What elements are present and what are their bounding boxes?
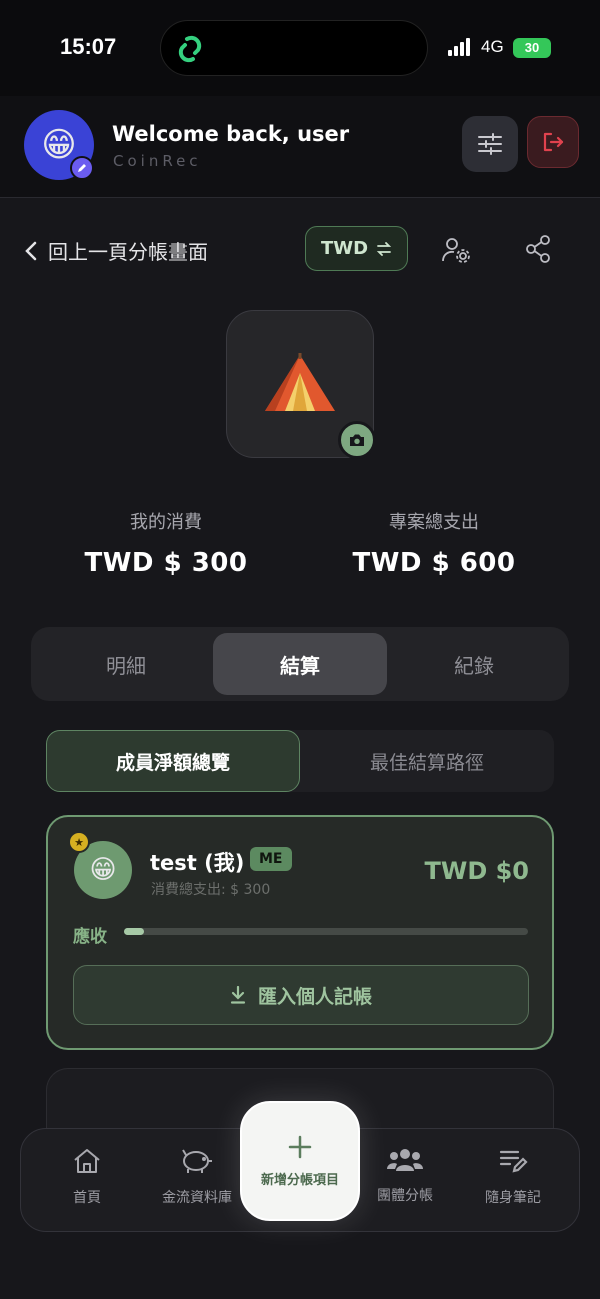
battery-level: 30: [524, 40, 540, 55]
project-total-value: TWD $ 600: [352, 548, 516, 578]
owner-star-icon: ★: [68, 831, 90, 853]
group-icon: [387, 1149, 423, 1171]
home-icon: [74, 1149, 100, 1173]
dynamic-island: [160, 20, 428, 76]
share-icon: [526, 235, 550, 263]
tab-best-settlement-path[interactable]: 最佳結算路徑: [300, 730, 554, 792]
member-net-amount: TWD $0: [424, 857, 529, 885]
nav-notes-label: 隨身筆記: [485, 1190, 541, 1206]
member-settings-button[interactable]: [436, 230, 476, 270]
tab-details[interactable]: 明細: [39, 633, 213, 695]
camera-icon: [350, 434, 364, 446]
tent-icon: [265, 353, 335, 411]
chevron-left-icon: [25, 241, 37, 260]
nav-group-label: 團體分帳: [377, 1188, 433, 1204]
nav-home-label: 首頁: [73, 1190, 101, 1206]
tab-member-net-overview[interactable]: 成員淨額總覽: [46, 730, 300, 792]
settings-sliders-button[interactable]: [462, 116, 518, 172]
member-card[interactable]: 😁 ★ test (我) ME 消費總支出: $ 300 TWD $0 應收 匯…: [46, 815, 554, 1050]
avatar-emoji: 😁: [41, 125, 77, 165]
logout-button[interactable]: [527, 116, 579, 168]
add-split-item-button[interactable]: 新增分帳項目: [240, 1101, 360, 1221]
back-button[interactable]: 回上一頁分帳畫面: [24, 236, 208, 265]
me-badge: ME: [250, 847, 292, 871]
member-name: test (我): [150, 851, 245, 875]
signal-icon: [448, 38, 474, 56]
plus-icon: [288, 1135, 312, 1158]
battery-indicator: 30: [513, 38, 551, 58]
edit-avatar-icon[interactable]: [70, 156, 94, 180]
notes-edit-icon: [499, 1150, 528, 1173]
back-label: 回上一頁分帳畫面: [48, 240, 208, 264]
nav-cashflow-library[interactable]: 金流資料庫: [147, 1147, 247, 1207]
main-tabs: 明細 結算 紀錄: [31, 627, 569, 701]
import-label: 匯入個人記帳: [257, 985, 372, 1008]
share-button[interactable]: [518, 229, 558, 269]
network-type: 4G: [481, 37, 504, 56]
swap-icon: [376, 241, 392, 256]
receivable-progress-fill: [124, 928, 145, 935]
piggy-bank-icon: [182, 1149, 212, 1173]
logout-icon: [543, 132, 564, 152]
tab-records[interactable]: 紀錄: [387, 633, 561, 695]
currency-switch-button[interactable]: TWD: [305, 226, 408, 271]
nav-notes[interactable]: 隨身筆記: [463, 1147, 563, 1207]
nav-library-label: 金流資料庫: [162, 1190, 232, 1206]
nav-home[interactable]: 首頁: [37, 1147, 137, 1207]
user-gear-icon: [442, 238, 470, 263]
receivable-label: 應收: [73, 927, 107, 947]
project-total-label: 專案總支出: [389, 512, 479, 533]
my-expense-label: 我的消費: [130, 512, 202, 533]
add-split-item-label: 新增分帳項目: [260, 1172, 339, 1188]
member-avatar-emoji: 😁: [89, 855, 117, 885]
download-icon: [230, 986, 246, 1004]
link-icon: [178, 35, 202, 63]
settlement-sub-tabs: 成員淨額總覽 最佳結算路徑: [46, 730, 554, 792]
app-name: CoinRec: [113, 152, 202, 170]
change-photo-button[interactable]: [338, 421, 376, 459]
nav-group-split[interactable]: 團體分帳: [355, 1147, 455, 1205]
app-header: 😁 Welcome back, user CoinRec: [0, 96, 600, 198]
currency-label: TWD: [320, 238, 369, 259]
status-time: 15:07: [60, 34, 117, 59]
my-expense-value: TWD $ 300: [84, 548, 248, 578]
welcome-title: Welcome back, user: [112, 122, 350, 146]
sliders-icon: [478, 133, 502, 155]
status-bar: 15:07 4G 30: [0, 0, 600, 96]
tab-settlement[interactable]: 結算: [213, 633, 387, 695]
receivable-progress: [124, 928, 528, 935]
member-spent: 消費總支出: $ 300: [151, 882, 271, 898]
import-personal-ledger-button[interactable]: 匯入個人記帳: [73, 965, 529, 1025]
